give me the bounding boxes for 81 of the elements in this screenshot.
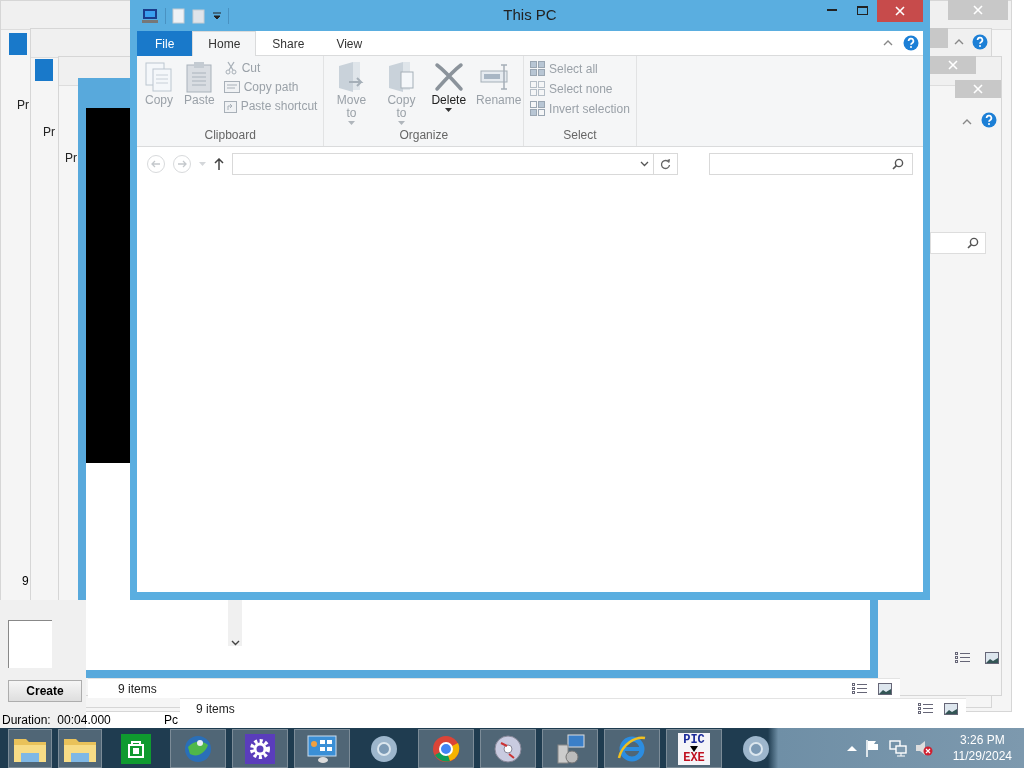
invert-selection-icon — [530, 101, 546, 116]
help-icon[interactable] — [972, 34, 988, 50]
gear-icon — [245, 733, 275, 764]
details-view-icon[interactable] — [918, 702, 934, 715]
refresh-icon — [660, 158, 671, 170]
maximize-icon — [856, 5, 868, 15]
taskbar-button[interactable]: PIC EXE — [666, 729, 722, 768]
collapse-icon[interactable] — [954, 38, 964, 46]
control-panel-icon — [306, 733, 338, 764]
preview-box — [8, 620, 52, 668]
computer-icon[interactable] — [141, 7, 159, 24]
shortcut-icon — [223, 99, 237, 113]
chrome-icon — [431, 733, 461, 764]
collapse-icon[interactable] — [883, 39, 893, 47]
item-count: 9 items — [118, 681, 158, 696]
close-icon — [973, 5, 983, 15]
duration-label: Duration: 00:04.000 — [2, 713, 111, 727]
search-field[interactable] — [930, 232, 986, 254]
select-all-icon — [530, 61, 546, 76]
ribbon-tab[interactable]: Home — [192, 31, 257, 56]
browser-icon — [369, 733, 399, 764]
details-view-icon[interactable] — [955, 652, 971, 664]
file-tab[interactable]: File — [137, 31, 193, 56]
close-icon — [948, 60, 958, 70]
store-icon — [121, 733, 151, 764]
properties-icon[interactable] — [172, 7, 186, 24]
help-icon[interactable] — [903, 35, 919, 51]
group-label: Organize — [398, 128, 450, 144]
flag-icon[interactable] — [864, 739, 881, 757]
panel-label: Pr — [65, 151, 77, 165]
delete-icon — [433, 62, 464, 92]
taskbar-button[interactable] — [418, 729, 474, 768]
taskbar-button[interactable] — [294, 729, 350, 768]
group-label: Select — [562, 128, 598, 144]
group-label: Clipboard — [203, 128, 257, 144]
ribbon-tab[interactable]: View — [320, 31, 379, 56]
refresh-button[interactable] — [654, 153, 678, 175]
thumbnail-view-icon[interactable] — [878, 682, 892, 695]
chevron-down-icon[interactable] — [230, 640, 240, 646]
browser-icon — [741, 733, 771, 764]
ribbon-button[interactable]: Delete — [428, 58, 470, 114]
panel-label: Pc — [164, 713, 178, 727]
create-button[interactable]: Create — [8, 680, 82, 702]
taskbar-button[interactable] — [232, 729, 288, 768]
folder-copy-icon — [386, 60, 417, 94]
clock[interactable]: 3:26 PM 11/29/2024 — [952, 732, 1012, 764]
window-title: This PC — [503, 6, 557, 23]
panel-label: Pr — [17, 98, 29, 112]
muted-speaker-icon[interactable] — [914, 739, 933, 757]
close-icon — [895, 6, 905, 16]
item-count: 9 — [22, 574, 29, 588]
thumbnail-view-icon[interactable] — [944, 702, 958, 715]
internet-explorer-icon — [616, 733, 648, 764]
installer-icon — [554, 732, 586, 765]
network-icon[interactable] — [888, 739, 907, 757]
chevron-up-icon[interactable] — [846, 745, 857, 751]
copy-icon — [144, 61, 174, 93]
minimize-icon — [827, 9, 837, 11]
disc-icon — [493, 733, 523, 764]
collapse-icon[interactable] — [962, 118, 972, 126]
search-field[interactable] — [709, 153, 913, 175]
search-icon — [967, 237, 979, 249]
panel-label: Pr — [43, 125, 55, 139]
scissors-icon — [223, 61, 238, 75]
details-view-icon[interactable] — [852, 682, 868, 695]
up-arrow-icon[interactable] — [214, 158, 224, 170]
dropdown-icon[interactable] — [212, 10, 222, 21]
chevron-down-icon[interactable] — [640, 161, 649, 167]
item-count: 9 items — [196, 701, 236, 716]
arrow-left-icon — [151, 160, 161, 168]
select-none-icon — [530, 81, 546, 96]
clipboard-icon — [185, 61, 214, 93]
ribbon-tab[interactable]: Share — [256, 31, 321, 56]
address-field[interactable] — [232, 153, 654, 175]
path-icon — [223, 81, 240, 93]
arrow-right-icon — [177, 160, 187, 168]
thumbnail-view-icon[interactable] — [985, 652, 999, 664]
search-icon — [892, 158, 904, 170]
help-icon[interactable] — [981, 112, 997, 128]
close-icon — [973, 84, 983, 94]
pic-exe-icon: PIC EXE — [678, 732, 710, 765]
